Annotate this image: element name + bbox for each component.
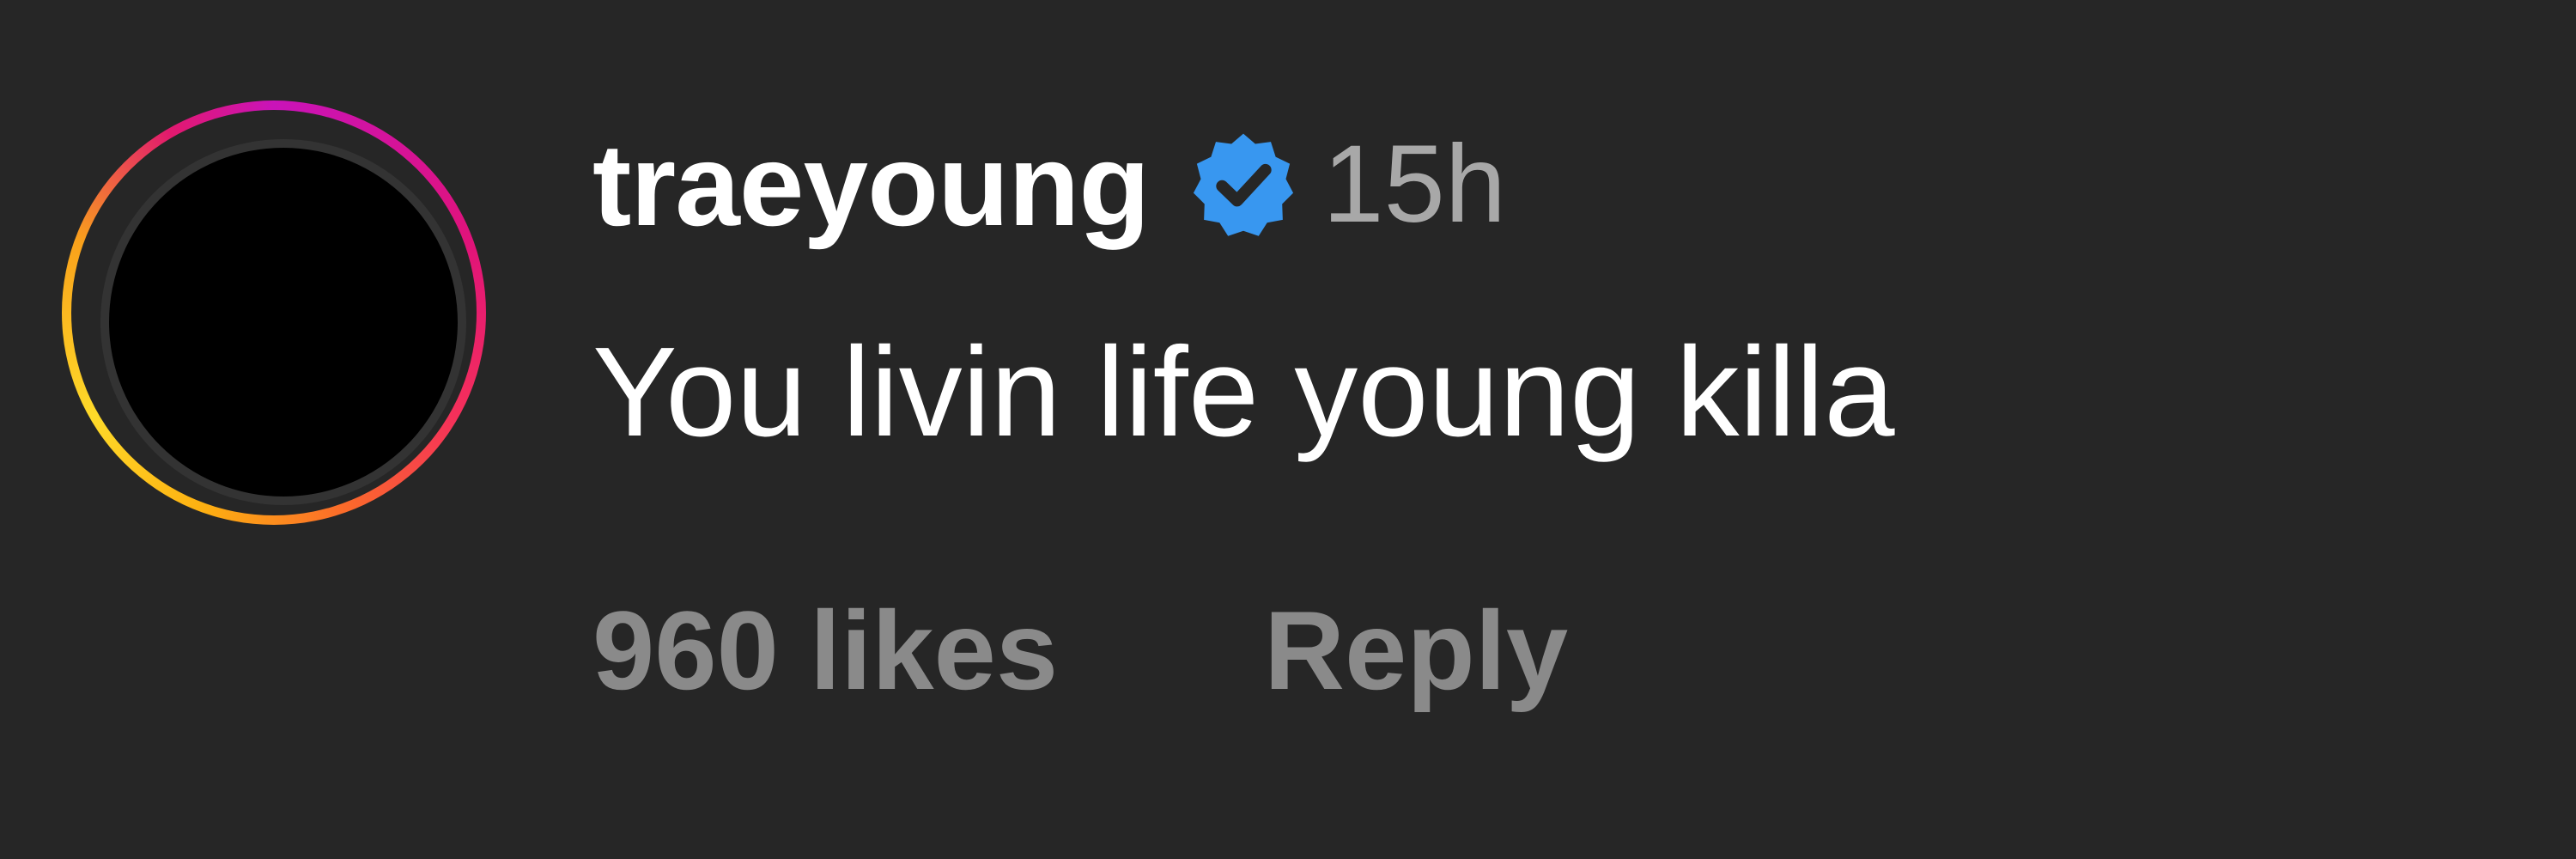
avatar-story-ring[interactable] bbox=[62, 101, 486, 525]
reply-button[interactable]: Reply bbox=[1264, 586, 1568, 715]
avatar-ring-gap bbox=[71, 110, 477, 515]
avatar[interactable] bbox=[109, 148, 458, 497]
comment: traeyoung 15h You livin life young killa… bbox=[0, 0, 2576, 859]
username[interactable]: traeyoung bbox=[592, 125, 1150, 245]
timestamp: 15h bbox=[1322, 123, 1506, 246]
likes-count-button[interactable]: 960 likes bbox=[592, 586, 1058, 715]
verified-badge-icon bbox=[1187, 128, 1300, 241]
comment-text: You livin life young killa bbox=[592, 321, 1895, 463]
comment-header: traeyoung 15h bbox=[592, 123, 1506, 246]
comment-actions: 960 likes Reply bbox=[592, 586, 1568, 715]
